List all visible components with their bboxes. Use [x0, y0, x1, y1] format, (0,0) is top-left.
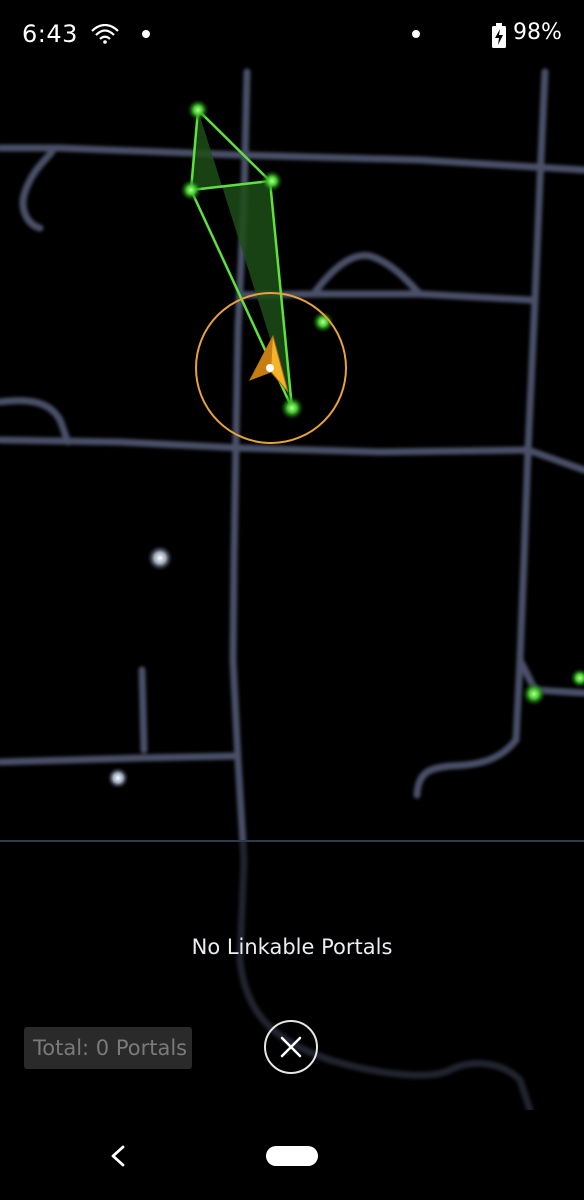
status-bar: 6:43 98% [0, 0, 584, 70]
green-portal-icon[interactable] [570, 668, 584, 688]
neutral-portal-icon[interactable] [147, 545, 173, 571]
green-portal-icon[interactable] [261, 170, 283, 192]
total-portals-label: Total: 0 Portals [24, 1027, 192, 1069]
green-portal-icon[interactable] [187, 99, 209, 121]
notification-dot-icon [412, 30, 420, 38]
home-pill-icon[interactable] [266, 1146, 318, 1166]
close-button[interactable] [264, 1020, 318, 1074]
wifi-icon [91, 24, 119, 44]
battery-percent: 98% [513, 20, 562, 45]
status-time: 6:43 [22, 20, 78, 48]
notification-dot-icon [142, 30, 150, 38]
green-portal-icon[interactable] [180, 179, 202, 201]
close-icon [280, 1036, 302, 1058]
green-portal-icon[interactable] [280, 396, 304, 420]
battery-charging-icon [492, 23, 506, 48]
neutral-portal-icon[interactable] [107, 767, 129, 789]
panel-divider [0, 840, 584, 842]
back-icon[interactable] [108, 1144, 128, 1168]
system-nav-bar [0, 1110, 584, 1200]
green-portal-icon[interactable] [522, 682, 546, 706]
no-linkable-portals-message: No Linkable Portals [191, 935, 393, 959]
